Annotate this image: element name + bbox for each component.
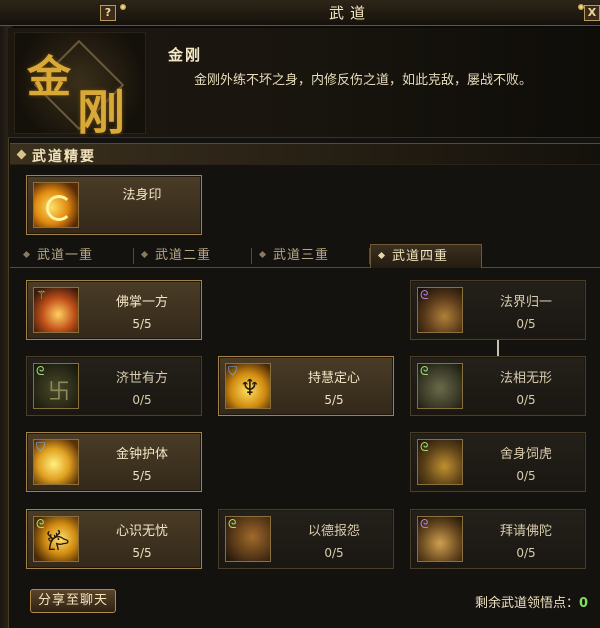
window-title: 武道 — [328, 4, 371, 22]
school-description: 金刚外练不坏之身，内修反伤之道，如此克敌，屡战不败。 — [194, 73, 533, 88]
tab-tier-3[interactable]: 武道三重 — [252, 244, 370, 268]
remaining-points: 剩余武道领悟点：0 — [475, 592, 588, 611]
skill-level: 5/5 — [132, 469, 152, 483]
skill-name: 金钟护体 — [115, 447, 168, 462]
skill-level: 0/5 — [516, 546, 536, 560]
tab-tier-2[interactable]: 武道二重 — [134, 244, 252, 268]
skill-sheshensihu[interactable]: ᘓ 舍身饲虎 0/5 — [410, 432, 586, 492]
skill-jishiyoufang[interactable]: ᘓ卐 济世有方 0/5 — [26, 356, 202, 416]
skill-xinshiwuyou[interactable]: ᘓ𐂂 心识无忧 5/5 — [26, 509, 202, 569]
skill-name: 法相无形 — [499, 371, 552, 386]
skill-baiqingfotuo[interactable]: ᘓ 拜请佛陀 0/5 — [410, 509, 586, 569]
share-to-chat-button[interactable]: 分享至聊天 — [30, 589, 116, 613]
skill-name: 法身印 — [122, 188, 162, 203]
close-button[interactable]: X — [584, 5, 600, 21]
golden-bell-icon: ⛉ — [33, 439, 79, 485]
skill-name: 拜请佛陀 — [499, 524, 552, 539]
skill-name: 持慧定心 — [307, 371, 360, 386]
section-bullet-icon — [16, 149, 27, 160]
jingang-emblem: 金 刚 — [14, 32, 146, 141]
skill-level: 0/5 — [324, 546, 344, 560]
skill-yidebaoyuan[interactable]: ᘓ 以德报怨 0/5 — [218, 509, 394, 569]
emblem-char-1: 金 — [27, 52, 71, 103]
dharma-realm-icon: ᘓ — [417, 287, 463, 333]
skill-fashenyin[interactable]: 法身印 — [26, 175, 202, 235]
skill-name: 以德报怨 — [307, 524, 360, 539]
skill-chihuidingxin[interactable]: ⛉ ♆ 持慧定心 5/5 — [218, 356, 394, 416]
skill-name: 法界归一 — [499, 295, 552, 310]
skill-level: 0/5 — [516, 317, 536, 331]
meditation-icon: ⛉ ♆ — [225, 363, 271, 409]
skill-faxiangwuxing[interactable]: ᘓ 法相无形 0/5 — [410, 356, 586, 416]
golden-seal-icon — [33, 182, 79, 228]
window-titlebar[interactable]: ? 武道 X — [0, 0, 600, 26]
essence-section-label: 武道精要 — [32, 149, 96, 165]
skill-fajieguiyi[interactable]: ᘓ 法界归一 0/5 — [410, 280, 586, 340]
skill-level: 0/5 — [516, 393, 536, 407]
skill-jinzhonghuti[interactable]: ⛉ 金钟护体 5/5 — [26, 432, 202, 492]
skill-level: 5/5 — [132, 317, 152, 331]
skill-name: 佛掌一方 — [115, 295, 168, 310]
skill-tree-connector — [497, 338, 499, 358]
mind-calm-icon: ᘓ𐂂 — [33, 516, 79, 562]
skill-name: 舍身饲虎 — [499, 447, 552, 462]
help-button[interactable]: ? — [100, 5, 116, 21]
skill-level: 5/5 — [132, 546, 152, 560]
skill-fozhangyifang[interactable]: ⚚ 佛掌一方 5/5 — [26, 280, 202, 340]
dharma-form-icon: ᘓ — [417, 363, 463, 409]
remaining-points-value: 0 — [578, 596, 588, 611]
virtue-icon: ᘓ — [225, 516, 271, 562]
emblem-char-2: 刚 — [77, 85, 126, 141]
skill-name: 心识无忧 — [115, 524, 168, 539]
remaining-points-label: 剩余武道领悟点： — [474, 596, 579, 611]
tab-tier-4[interactable]: 武道四重 — [370, 244, 482, 268]
skill-level: 5/5 — [324, 393, 344, 407]
buddha-palm-icon: ⚚ — [33, 287, 79, 333]
tier-tabs: 武道一重 武道二重 武道三重 武道四重 — [10, 244, 600, 268]
skill-name: 济世有方 — [115, 371, 168, 386]
swastika-icon: ᘓ卐 — [33, 363, 79, 409]
skill-level: 0/5 — [516, 469, 536, 483]
sacrifice-icon: ᘓ — [417, 439, 463, 485]
pray-buddha-icon: ᘓ — [417, 516, 463, 562]
skill-level: 0/5 — [132, 393, 152, 407]
tab-tier-1[interactable]: 武道一重 — [16, 244, 134, 268]
essence-section-header: 武道精要 — [10, 143, 600, 165]
school-name: 金刚 — [168, 46, 203, 64]
